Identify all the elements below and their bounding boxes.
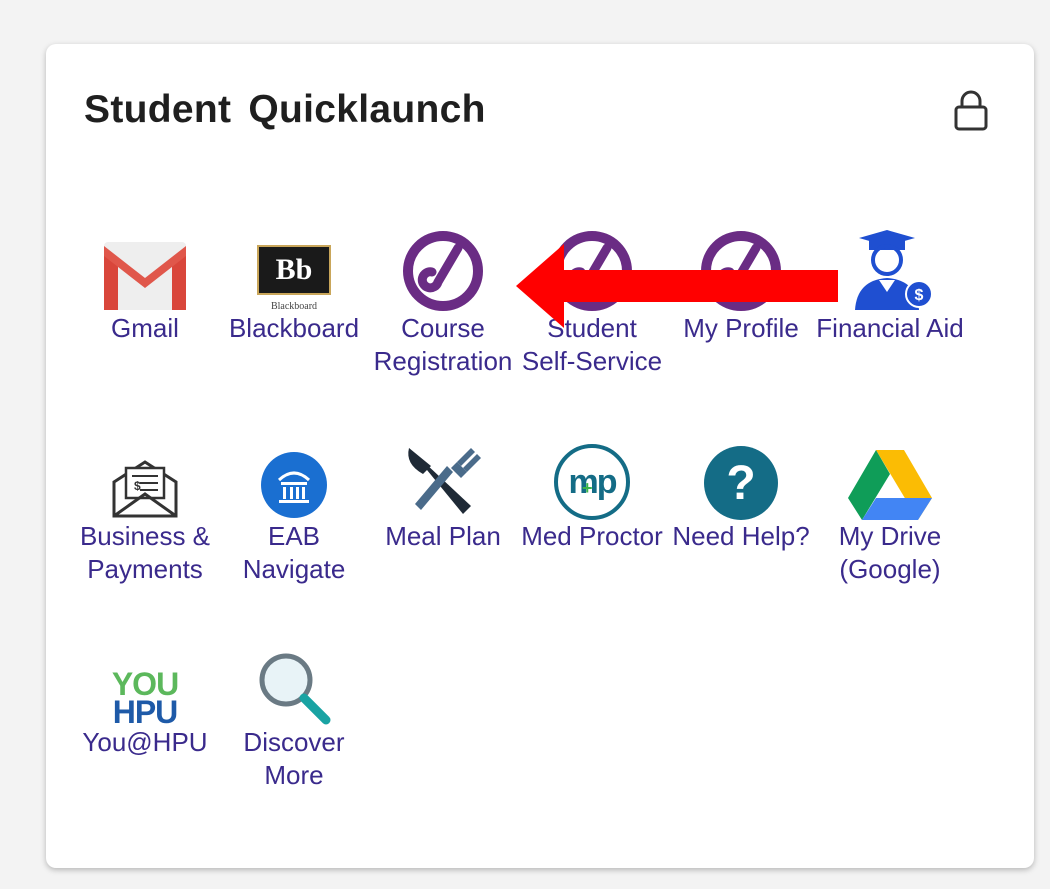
envelope-bill-icon: $ bbox=[100, 430, 190, 520]
svg-text:$: $ bbox=[915, 287, 924, 304]
tile-med-proctor[interactable]: mp + Med Proctor bbox=[517, 430, 667, 553]
gmail-icon bbox=[100, 222, 190, 312]
google-drive-icon bbox=[845, 430, 935, 520]
tile-label: Discover More bbox=[243, 727, 345, 790]
eab-navigate-icon bbox=[249, 430, 339, 520]
tile-label: Need Help? bbox=[672, 521, 810, 551]
widget-title: Student Quicklaunch bbox=[84, 88, 486, 131]
tile-meal-plan[interactable]: Meal Plan bbox=[368, 430, 518, 553]
tile-discover-more[interactable]: Discover More bbox=[219, 636, 369, 792]
magnifier-icon bbox=[249, 636, 339, 726]
ellucian-icon bbox=[398, 222, 488, 312]
help-question-icon: ? bbox=[696, 430, 786, 520]
tile-business-payments[interactable]: $ Business & Payments bbox=[70, 430, 220, 586]
graduate-money-icon: $ bbox=[845, 222, 935, 312]
tile-gmail[interactable]: Gmail bbox=[70, 222, 220, 345]
red-arrow-icon bbox=[516, 244, 841, 328]
tile-eab-navigate[interactable]: EAB Navigate bbox=[219, 430, 369, 586]
tile-blackboard[interactable]: Bb Blackboard Blackboard bbox=[219, 222, 369, 345]
lock-icon[interactable] bbox=[951, 88, 991, 132]
tile-label: Gmail bbox=[111, 313, 179, 343]
tile-label: You@HPU bbox=[82, 727, 208, 757]
tile-my-drive[interactable]: My Drive (Google) bbox=[815, 430, 965, 586]
tile-label: Meal Plan bbox=[385, 521, 501, 551]
knife-fork-icon bbox=[398, 430, 488, 520]
svg-text:$: $ bbox=[134, 479, 141, 493]
tile-label: Business & Payments bbox=[79, 521, 211, 584]
student-quicklaunch-card: Student Quicklaunch Gmail Bb Blackboard bbox=[46, 44, 1034, 868]
blackboard-icon: Bb Blackboard bbox=[249, 222, 339, 312]
tile-label: Blackboard bbox=[228, 313, 360, 343]
tile-label: Course Registration bbox=[373, 313, 513, 376]
tile-you-hpu[interactable]: YOU HPU You@HPU bbox=[70, 636, 220, 759]
you-hpu-icon: YOU HPU bbox=[111, 666, 179, 730]
tile-label: My Drive (Google) bbox=[838, 521, 942, 584]
tile-course-registration[interactable]: Course Registration bbox=[368, 222, 518, 378]
tile-label: EAB Navigate bbox=[242, 521, 346, 584]
tile-label: Med Proctor bbox=[521, 521, 663, 551]
tile-need-help[interactable]: ? Need Help? bbox=[666, 430, 816, 553]
med-proctor-icon: mp + bbox=[547, 430, 637, 520]
